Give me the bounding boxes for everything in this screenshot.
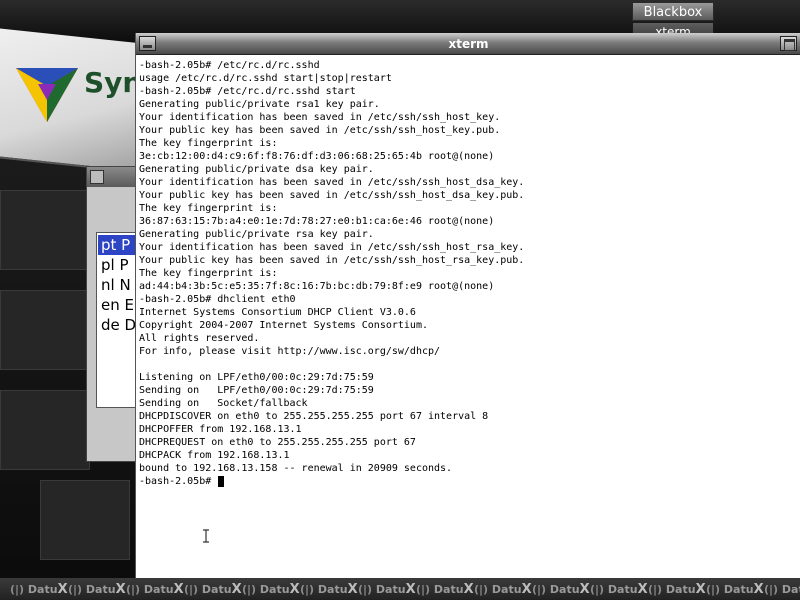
background-card (40, 480, 130, 560)
terminal-line: DHCPDISCOVER on eth0 to 255.255.255.255 … (139, 411, 489, 422)
maximize-icon[interactable] (780, 36, 797, 51)
terminal-line: Your public key has been saved in /etc/s… (139, 255, 525, 266)
terminal-cursor (218, 476, 224, 487)
terminal-line: 36:87:63:15:7b:a4:e0:1e:7d:78:27:e0:b1:c… (139, 216, 495, 227)
background-card (0, 390, 90, 470)
background-logo-text: Syn (84, 66, 143, 99)
terminal-line: The key fingerprint is: (139, 268, 278, 279)
language-list[interactable]: pt P pl P nl N en E de D (96, 232, 146, 408)
terminal-line: Listening on LPF/eth0/00:0c:29:7d:75:59 (139, 372, 374, 383)
dialog-iconify-button[interactable] (90, 170, 104, 184)
xterm-titlebar[interactable]: xterm (136, 33, 800, 55)
datux-logo-icon: (|) DatuX (648, 582, 706, 597)
datux-logo-icon: (|) DatuX (184, 582, 242, 597)
terminal-line: ad:44:b4:3b:5c:e5:35:7f:8c:16:7b:bc:db:7… (139, 281, 495, 292)
terminal-line: Your public key has been saved in /etc/s… (139, 190, 525, 201)
terminal-line: The key fingerprint is: (139, 138, 278, 149)
terminal-line: 3e:cb:12:00:d4:c9:6f:f8:76:df:d3:06:68:2… (139, 151, 495, 162)
terminal-line: -bash-2.05b# (139, 476, 218, 487)
terminal-line: DHCPACK from 192.168.13.1 (139, 450, 290, 461)
datux-logo-icon: (|) DatuX (532, 582, 590, 597)
terminal-line: bound to 192.168.13.158 -- renewal in 20… (139, 463, 453, 474)
terminal-line: -bash-2.05b# dhclient eth0 (139, 294, 296, 305)
datux-logo-icon: (|) DatuX (358, 582, 416, 597)
datux-logo-icon: (|) DatuX (706, 582, 764, 597)
datux-dock: (|) DatuX (|) DatuX (|) DatuX (|) DatuX (|) … (0, 578, 800, 600)
terminal-output[interactable]: -bash-2.05b# /etc/rc.d/rc.sshd usage /etc… (139, 59, 799, 574)
xterm-window: xterm -bash-2.05b# /etc/rc.d/rc.sshd usag… (135, 33, 800, 578)
ibeam-cursor-icon (203, 529, 209, 543)
blackbox-workspace-label[interactable]: Blackbox (632, 2, 714, 21)
terminal-line: usage /etc/rc.d/rc.sshd start|stop|resta… (139, 73, 392, 84)
datux-logo-icon: (|) DatuX (126, 582, 184, 597)
window-title: xterm (448, 37, 489, 51)
terminal-line: Your public key has been saved in /etc/s… (139, 125, 501, 136)
datux-logo-icon: (|) DatuX (764, 583, 800, 596)
terminal-line: For info, please visit http://www.isc.or… (139, 346, 441, 357)
datux-logo-icon: (|) DatuX (68, 582, 126, 597)
terminal-line: Your identification has been saved in /e… (139, 112, 501, 123)
terminal-line: Sending on Socket/fallback (139, 398, 308, 409)
datux-logo-icon: (|) DatuX (416, 582, 474, 597)
datux-logo-icon: (|) DatuX (10, 582, 68, 597)
terminal-line: The key fingerprint is: (139, 203, 278, 214)
datux-logo-icon: (|) DatuX (300, 582, 358, 597)
terminal-line: DHCPREQUEST on eth0 to 255.255.255.255 p… (139, 437, 416, 448)
terminal-line: Generating public/private rsa1 key pair. (139, 99, 380, 110)
terminal-line: Copyright 2004-2007 Internet Systems Con… (139, 320, 428, 331)
terminal-line: Sending on LPF/eth0/00:0c:29:7d:75:59 (139, 385, 374, 396)
terminal-line: DHCPOFFER from 192.168.13.1 (139, 424, 302, 435)
datux-logo-icon: (|) DatuX (474, 582, 532, 597)
terminal-line: Generating public/private rsa key pair. (139, 229, 374, 240)
terminal-line: Your identification has been saved in /e… (139, 177, 525, 188)
terminal-line: Generating public/private dsa key pair. (139, 164, 374, 175)
terminal-line: Your identification has been saved in /e… (139, 242, 525, 253)
synapse-logo-icon (16, 68, 78, 122)
background-card (0, 290, 90, 370)
background-card (0, 190, 90, 270)
datux-logo-icon: (|) DatuX (590, 582, 648, 597)
terminal-line: All rights reserved. (139, 333, 260, 344)
terminal-line: Internet Systems Consortium DHCP Client … (139, 307, 416, 318)
terminal-line: -bash-2.05b# /etc/rc.d/rc.sshd start (139, 86, 356, 97)
datux-logo-icon: (|) DatuX (242, 582, 300, 597)
terminal-line: -bash-2.05b# /etc/rc.d/rc.sshd (139, 60, 320, 71)
